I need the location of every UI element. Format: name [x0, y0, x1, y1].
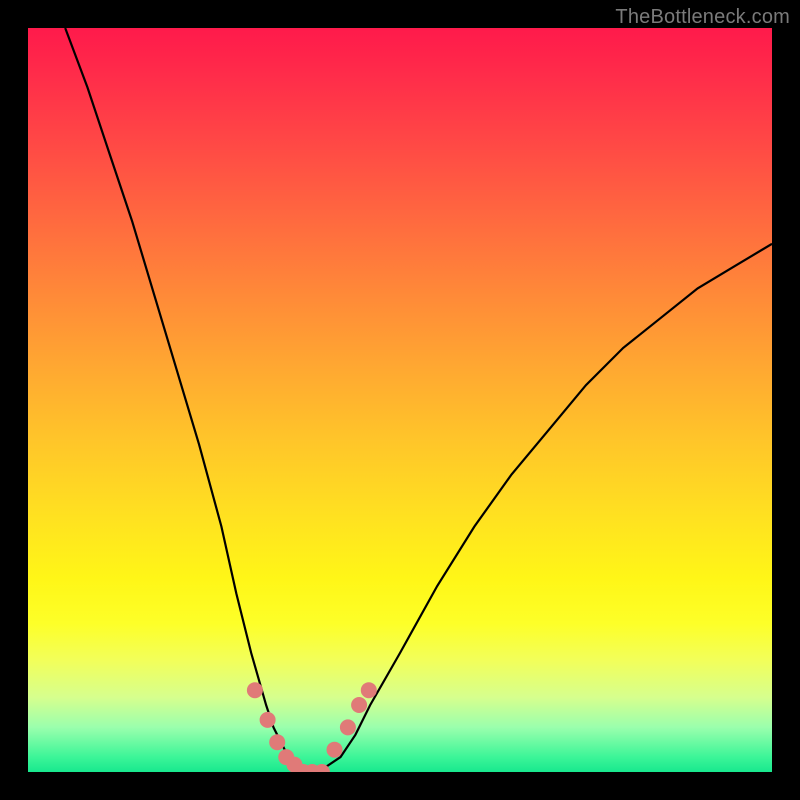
bottleneck-curve — [65, 28, 772, 772]
plot-area — [28, 28, 772, 772]
marker-point — [340, 719, 356, 735]
marker-point — [327, 742, 343, 758]
marker-point — [269, 734, 285, 750]
marker-point — [247, 682, 263, 698]
marker-group — [247, 682, 377, 772]
marker-point — [361, 682, 377, 698]
marker-point — [351, 697, 367, 713]
watermark-text: TheBottleneck.com — [615, 6, 790, 29]
chart-frame: TheBottleneck.com — [0, 0, 800, 800]
marker-point — [260, 712, 276, 728]
chart-svg — [28, 28, 772, 772]
